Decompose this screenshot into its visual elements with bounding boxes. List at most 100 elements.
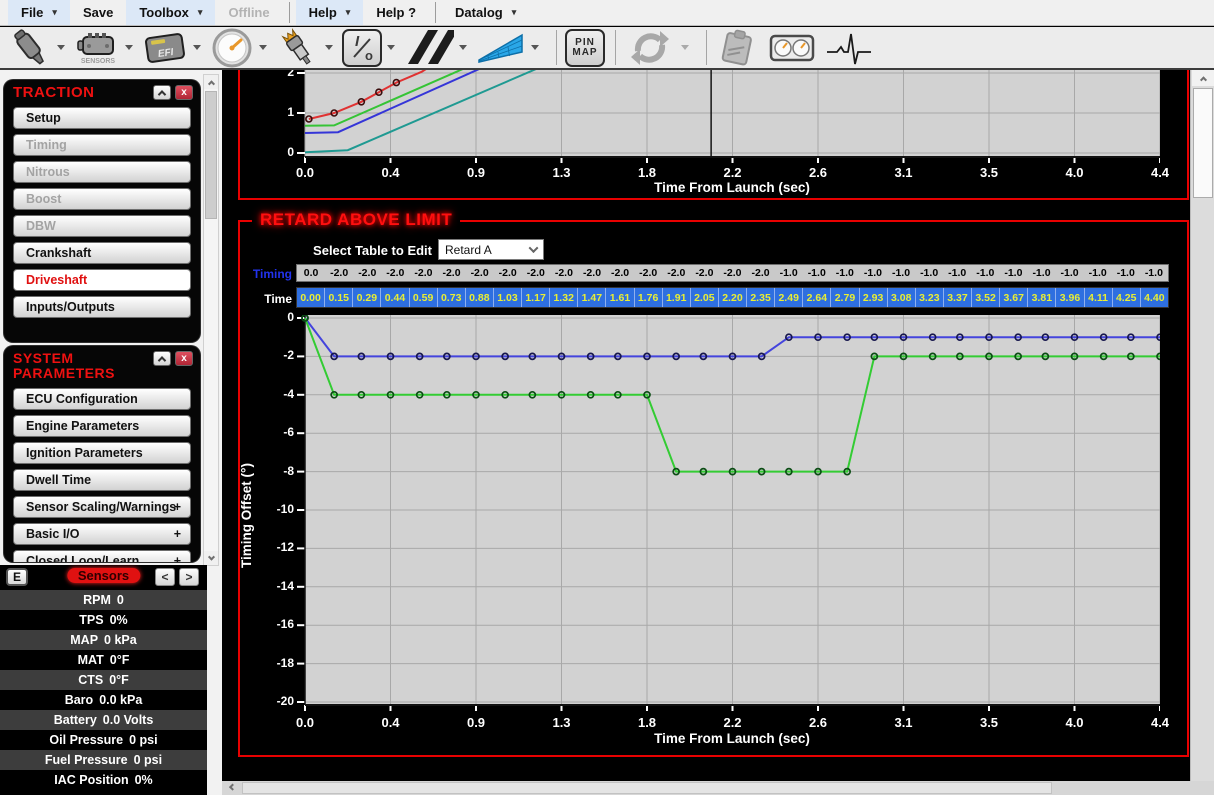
scrollbar-thumb[interactable] <box>1193 88 1213 198</box>
time-cell[interactable]: 3.37 <box>944 288 972 307</box>
timing-cell[interactable]: -1.0 <box>943 265 971 281</box>
sysparams-engine-parameters[interactable]: Engine Parameters <box>13 415 191 437</box>
timing-cell[interactable]: -2.0 <box>718 265 746 281</box>
toolbar-item-pin-map[interactable]: PINMAP <box>565 29 605 67</box>
timing-cell[interactable]: -2.0 <box>690 265 718 281</box>
sysparams-dwell-time[interactable]: Dwell Time <box>13 469 191 491</box>
time-cell[interactable]: 4.11 <box>1085 288 1113 307</box>
scroll-down-button[interactable] <box>204 551 218 565</box>
time-cell[interactable]: 0.59 <box>410 288 438 307</box>
timing-cell[interactable]: -2.0 <box>522 265 550 281</box>
time-cell[interactable]: 3.67 <box>1000 288 1028 307</box>
timing-cell[interactable]: -2.0 <box>494 265 522 281</box>
timing-cell[interactable]: -1.0 <box>971 265 999 281</box>
toolbar-item-efi[interactable]: EFI <box>142 28 208 68</box>
dropdown-arrow-icon[interactable] <box>57 45 65 50</box>
timing-cell[interactable]: -2.0 <box>634 265 662 281</box>
traction-nitrous[interactable]: Nitrous <box>13 161 191 183</box>
traction-timing[interactable]: Timing <box>13 134 191 156</box>
scroll-up-button[interactable] <box>1192 70 1214 86</box>
timing-cell[interactable]: -2.0 <box>353 265 381 281</box>
sensors-prev-button[interactable]: < <box>155 568 175 586</box>
horizontal-scrollbar[interactable] <box>222 781 1190 795</box>
traction-boost[interactable]: Boost <box>13 188 191 210</box>
time-values-row[interactable]: 0.000.150.290.440.590.730.881.031.171.32… <box>296 287 1169 308</box>
sensors-next-button[interactable]: > <box>179 568 199 586</box>
timing-cell[interactable]: -1.0 <box>1112 265 1140 281</box>
timing-values-row[interactable]: 0.0-2.0-2.0-2.0-2.0-2.0-2.0-2.0-2.0-2.0-… <box>296 264 1169 282</box>
time-cell[interactable]: 1.47 <box>578 288 606 307</box>
time-cell[interactable]: 2.79 <box>831 288 859 307</box>
close-button[interactable]: x <box>175 351 193 366</box>
dropdown-arrow-icon[interactable] <box>193 45 201 50</box>
time-cell[interactable]: 2.35 <box>747 288 775 307</box>
time-cell[interactable]: 2.93 <box>860 288 888 307</box>
sidebar-scrollbar[interactable] <box>203 74 219 566</box>
timing-cell[interactable]: -2.0 <box>437 265 465 281</box>
time-cell[interactable]: 1.91 <box>663 288 691 307</box>
dropdown-arrow-icon[interactable] <box>125 45 133 50</box>
scrollbar-thumb[interactable] <box>205 91 217 219</box>
sysparams-basic-i-o[interactable]: Basic I/O+ <box>13 523 191 545</box>
time-cell[interactable]: 0.29 <box>353 288 381 307</box>
timing-cell[interactable]: -1.0 <box>831 265 859 281</box>
timing-cell[interactable]: -2.0 <box>381 265 409 281</box>
toolbar-item-dual-gauges[interactable] <box>769 31 815 65</box>
time-cell[interactable]: 4.40 <box>1141 288 1168 307</box>
sysparams-ecu-configuration[interactable]: ECU Configuration <box>13 388 191 410</box>
sysparams-sensor-scaling-warnings[interactable]: Sensor Scaling/Warnings+ <box>13 496 191 518</box>
menu-file[interactable]: File▾ <box>8 0 70 25</box>
timing-cell[interactable]: -1.0 <box>1140 265 1168 281</box>
timing-cell[interactable]: -1.0 <box>1084 265 1112 281</box>
menu-save[interactable]: Save <box>70 0 126 25</box>
timing-cell[interactable]: -1.0 <box>887 265 915 281</box>
sysparams-closed-loop-learn[interactable]: Closed Loop/Learn+ <box>13 550 191 562</box>
time-cell[interactable]: 3.81 <box>1028 288 1056 307</box>
scroll-left-button[interactable] <box>224 781 240 795</box>
time-cell[interactable]: 1.17 <box>522 288 550 307</box>
timing-cell[interactable]: -1.0 <box>803 265 831 281</box>
toolbar-item-spark-plug[interactable] <box>276 28 340 68</box>
time-cell[interactable]: 4.25 <box>1113 288 1141 307</box>
time-cell[interactable]: 3.52 <box>972 288 1000 307</box>
scroll-up-button[interactable] <box>204 75 218 89</box>
timing-cell[interactable]: -2.0 <box>325 265 353 281</box>
dropdown-arrow-icon[interactable] <box>387 45 395 50</box>
time-cell[interactable]: 1.61 <box>606 288 634 307</box>
time-cell[interactable]: 2.05 <box>691 288 719 307</box>
sysparams-ignition-parameters[interactable]: Ignition Parameters <box>13 442 191 464</box>
time-cell[interactable]: 0.44 <box>381 288 409 307</box>
retard-chart[interactable] <box>297 315 1160 713</box>
close-button[interactable]: x <box>175 85 193 100</box>
timing-cell[interactable]: -2.0 <box>409 265 437 281</box>
time-cell[interactable]: 3.23 <box>916 288 944 307</box>
timing-cell[interactable]: -1.0 <box>1056 265 1084 281</box>
time-cell[interactable]: 1.32 <box>550 288 578 307</box>
time-cell[interactable]: 1.03 <box>494 288 522 307</box>
timing-cell[interactable]: -1.0 <box>859 265 887 281</box>
timing-cell[interactable]: -2.0 <box>466 265 494 281</box>
menu-help[interactable]: Help▾ <box>296 0 364 25</box>
timing-cell[interactable]: -2.0 <box>578 265 606 281</box>
toolbar-item-fuel-map[interactable] <box>476 28 546 68</box>
timing-cell[interactable]: -1.0 <box>1027 265 1055 281</box>
time-cell[interactable]: 2.20 <box>719 288 747 307</box>
scrollbar-thumb[interactable] <box>242 782 1052 794</box>
menu-help[interactable]: Help ? <box>363 0 429 25</box>
timing-cell[interactable]: -1.0 <box>999 265 1027 281</box>
time-cell[interactable]: 3.96 <box>1056 288 1084 307</box>
time-cell[interactable]: 3.08 <box>888 288 916 307</box>
toolbar-item-gauge[interactable] <box>210 27 274 69</box>
traction-dbw[interactable]: DBW <box>13 215 191 237</box>
time-cell[interactable]: 0.00 <box>297 288 325 307</box>
toolbar-item-waveform[interactable] <box>825 28 873 68</box>
time-cell[interactable]: 0.15 <box>325 288 353 307</box>
traction-setup[interactable]: Setup <box>13 107 191 129</box>
timing-cell[interactable]: -2.0 <box>606 265 634 281</box>
timing-cell[interactable]: 0.0 <box>297 265 325 281</box>
dropdown-arrow-icon[interactable] <box>259 45 267 50</box>
timing-cell[interactable]: -2.0 <box>662 265 690 281</box>
toolbar-item-io[interactable]: I o <box>342 29 402 67</box>
toolbar-item-injector[interactable] <box>8 28 72 68</box>
time-cell[interactable]: 0.73 <box>438 288 466 307</box>
